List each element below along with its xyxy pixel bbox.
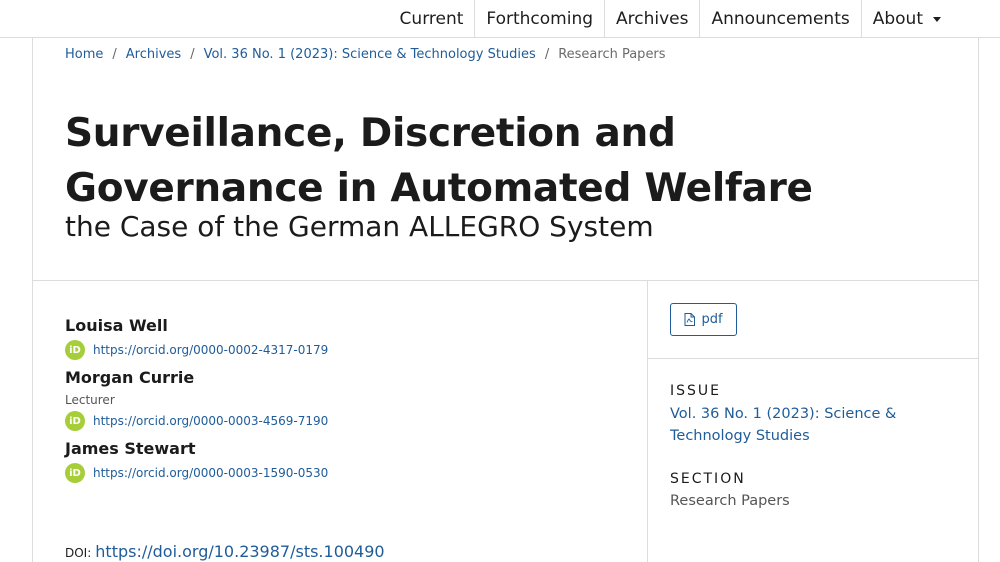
breadcrumb-separator: / bbox=[544, 47, 550, 62]
orcid-row: iD https://orcid.org/0000-0003-4569-7190 bbox=[65, 411, 625, 431]
issue-heading: ISSUE bbox=[670, 383, 721, 399]
orcid-link[interactable]: https://orcid.org/0000-0002-4317-0179 bbox=[93, 343, 328, 357]
issue-link[interactable]: Vol. 36 No. 1 (2023): Science & Technolo… bbox=[670, 403, 910, 447]
breadcrumb-issue-link[interactable]: Vol. 36 No. 1 (2023): Science & Technolo… bbox=[204, 47, 536, 62]
pdf-button-label: pdf bbox=[701, 312, 723, 327]
nav-item-about[interactable]: About bbox=[860, 0, 952, 37]
orcid-icon: iD bbox=[65, 340, 85, 360]
column-divider bbox=[647, 281, 648, 562]
doi: DOI: https://doi.org/10.23987/sts.100490 bbox=[65, 542, 385, 561]
caret-down-icon bbox=[933, 17, 941, 22]
nav-item-label: Forthcoming bbox=[486, 8, 594, 29]
page-title: Surveillance, Discretion and Governance … bbox=[65, 111, 813, 211]
nav-item-forthcoming[interactable]: Forthcoming bbox=[474, 0, 604, 37]
author-name: Louisa Well bbox=[65, 316, 168, 335]
author-item: Morgan Currie Lecturer iD https://orcid.… bbox=[65, 368, 625, 431]
nav-item-archives[interactable]: Archives bbox=[604, 0, 699, 37]
orcid-link[interactable]: https://orcid.org/0000-0003-1590-0530 bbox=[93, 466, 328, 480]
nav-item-label: Announcements bbox=[711, 8, 850, 29]
author-item: Louisa Well iD https://orcid.org/0000-00… bbox=[65, 316, 625, 360]
breadcrumb-current: Research Papers bbox=[558, 47, 666, 62]
author-name: Morgan Currie bbox=[65, 368, 195, 387]
breadcrumb-separator: / bbox=[190, 47, 195, 62]
nav-item-announcements[interactable]: Announcements bbox=[699, 0, 860, 37]
orcid-icon: iD bbox=[65, 463, 85, 483]
orcid-row: iD https://orcid.org/0000-0002-4317-0179 bbox=[65, 340, 625, 360]
author-item: James Stewart iD https://orcid.org/0000-… bbox=[65, 439, 625, 483]
file-pdf-icon bbox=[684, 313, 696, 326]
nav-item-label: About bbox=[872, 8, 923, 29]
nav-item-label: Archives bbox=[616, 8, 689, 29]
breadcrumb-archives-link[interactable]: Archives bbox=[126, 47, 181, 62]
pdf-download-button[interactable]: pdf bbox=[670, 303, 737, 336]
sidebar-divider bbox=[648, 358, 978, 359]
nav-item-current[interactable]: Current bbox=[389, 0, 475, 37]
nav-list: Current Forthcoming Archives Announcemen… bbox=[389, 0, 952, 37]
breadcrumb-home-link[interactable]: Home bbox=[65, 47, 103, 62]
nav-item-label: Current bbox=[399, 8, 464, 29]
orcid-icon: iD bbox=[65, 411, 85, 431]
orcid-link[interactable]: https://orcid.org/0000-0003-4569-7190 bbox=[93, 414, 328, 428]
orcid-row: iD https://orcid.org/0000-0003-1590-0530 bbox=[65, 463, 625, 483]
divider bbox=[33, 280, 978, 281]
section-heading: SECTION bbox=[670, 471, 746, 487]
author-name: James Stewart bbox=[65, 439, 196, 458]
breadcrumb-separator: / bbox=[112, 47, 117, 62]
article-frame: Home / Archives / Vol. 36 No. 1 (2023): … bbox=[32, 38, 979, 562]
page-subtitle: the Case of the German ALLEGRO System bbox=[65, 210, 654, 243]
author-affiliation: Lecturer bbox=[65, 393, 115, 407]
author-list: Louisa Well iD https://orcid.org/0000-00… bbox=[65, 316, 625, 491]
top-navigation: Current Forthcoming Archives Announcemen… bbox=[0, 0, 1000, 38]
doi-label: DOI: bbox=[65, 546, 92, 560]
section-value: Research Papers bbox=[670, 493, 790, 509]
doi-link[interactable]: https://doi.org/10.23987/sts.100490 bbox=[95, 542, 384, 561]
breadcrumb: Home / Archives / Vol. 36 No. 1 (2023): … bbox=[65, 47, 666, 62]
